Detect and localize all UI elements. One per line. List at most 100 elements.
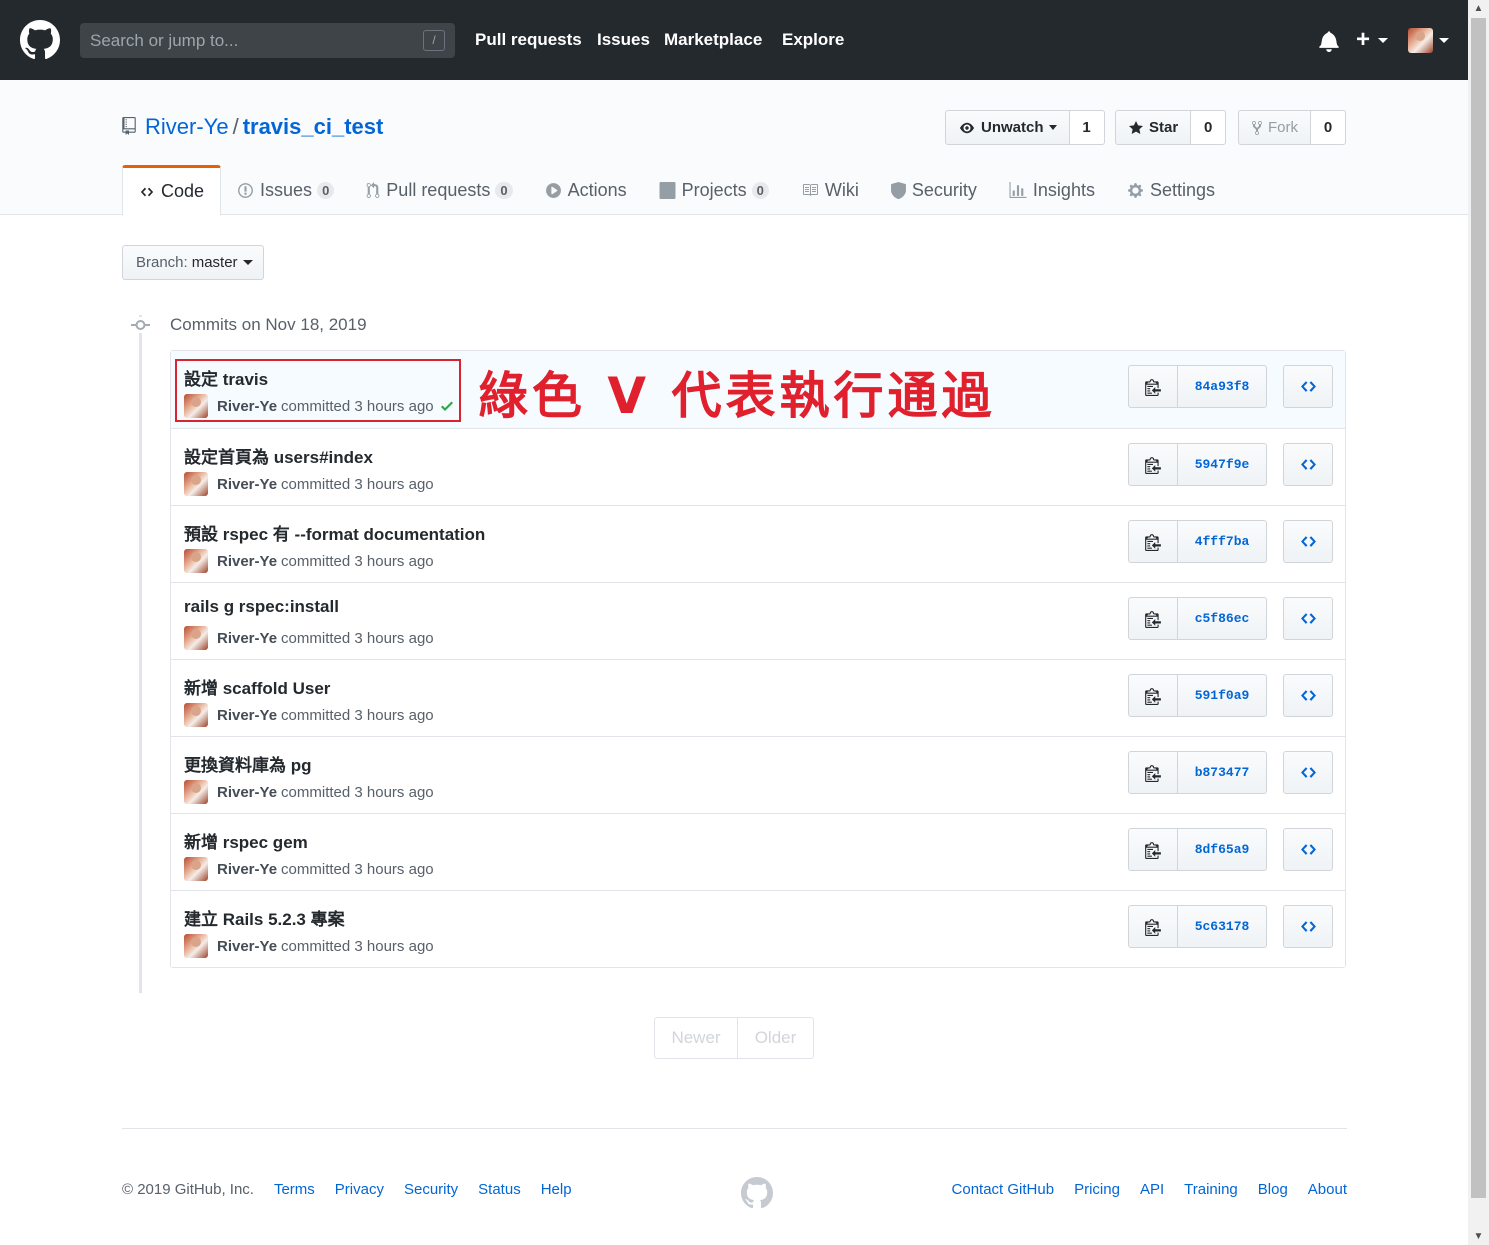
tab-issues[interactable]: Issues 0: [221, 165, 350, 215]
commit-message-link[interactable]: 預設 rspec 有 --format documentation: [184, 520, 485, 545]
browse-repo-code-icon[interactable]: [1283, 751, 1333, 794]
commit-message-link[interactable]: 更換資料庫為 pg: [184, 751, 312, 776]
commit-message-link[interactable]: 建立 Rails 5.2.3 專案: [184, 905, 345, 930]
tab-code[interactable]: Code: [122, 165, 222, 216]
commit-sha-link[interactable]: c5f86ec: [1178, 597, 1267, 640]
copy-sha-clipboard-icon[interactable]: [1128, 905, 1178, 948]
scrollbar-thumb[interactable]: [1471, 18, 1486, 1198]
forks-count[interactable]: 0: [1311, 110, 1346, 145]
github-logo-icon[interactable]: [20, 20, 60, 60]
nav-pull-requests[interactable]: Pull requests: [475, 30, 582, 50]
footer-link-terms[interactable]: Terms: [274, 1181, 315, 1198]
search-input[interactable]: [80, 23, 455, 58]
older-button[interactable]: Older: [738, 1017, 814, 1059]
stargazers-count[interactable]: 0: [1191, 110, 1227, 145]
commit-sha-link[interactable]: 4fff7ba: [1178, 520, 1267, 563]
create-new-plus-icon[interactable]: +: [1356, 28, 1370, 52]
watchers-count[interactable]: 1: [1069, 110, 1105, 145]
scroll-down-arrow-icon[interactable]: ▼: [1468, 1228, 1489, 1245]
github-mark-icon[interactable]: [741, 1177, 773, 1209]
nav-marketplace[interactable]: Marketplace: [664, 30, 762, 50]
browse-repo-code-icon[interactable]: [1283, 674, 1333, 717]
nav-explore[interactable]: Explore: [782, 30, 844, 50]
repo-owner-link[interactable]: River-Ye: [145, 114, 229, 139]
browse-repo-code-icon[interactable]: [1283, 905, 1333, 948]
user-avatar[interactable]: [1408, 28, 1433, 53]
timeline-line: [139, 315, 142, 993]
browse-repo-code-icon[interactable]: [1283, 365, 1333, 408]
commit-author-link[interactable]: River-Ye: [217, 476, 277, 493]
fork-button[interactable]: Fork: [1238, 110, 1311, 145]
star-button[interactable]: Star: [1115, 110, 1192, 145]
copy-sha-clipboard-icon[interactable]: [1128, 674, 1178, 717]
tab-actions[interactable]: Actions: [529, 165, 643, 215]
commit-sha-link[interactable]: 84a93f8: [1178, 365, 1267, 408]
author-avatar[interactable]: [184, 549, 208, 573]
bell-icon[interactable]: [1319, 30, 1339, 52]
tab-counter: 0: [495, 181, 513, 199]
commit-message-link[interactable]: 設定首頁為 users#index: [184, 443, 373, 468]
ci-success-check-icon[interactable]: [439, 398, 455, 414]
tab-projects[interactable]: Projects 0: [643, 165, 785, 215]
unwatch-label: Unwatch: [981, 119, 1044, 136]
branch-select-button[interactable]: Branch: master: [122, 245, 264, 280]
unwatch-button[interactable]: Unwatch: [945, 110, 1070, 145]
footer-link-security[interactable]: Security: [404, 1181, 458, 1198]
browse-repo-code-icon[interactable]: [1283, 443, 1333, 486]
footer-link-contact[interactable]: Contact GitHub: [952, 1181, 1055, 1198]
author-avatar[interactable]: [184, 703, 208, 727]
tab-wiki[interactable]: Wiki: [785, 165, 875, 215]
footer-link-api[interactable]: API: [1140, 1181, 1164, 1198]
tab-security[interactable]: Security: [875, 165, 993, 215]
commit-message-link[interactable]: rails g rspec:install: [184, 597, 339, 617]
search-box[interactable]: /: [80, 23, 455, 58]
commit-sha-group: c5f86ec: [1128, 597, 1267, 640]
browse-repo-code-icon[interactable]: [1283, 520, 1333, 563]
author-avatar[interactable]: [184, 780, 208, 804]
copy-sha-clipboard-icon[interactable]: [1128, 443, 1178, 486]
commit-message-link[interactable]: 新增 scaffold User: [184, 674, 330, 699]
footer-link-about[interactable]: About: [1308, 1181, 1347, 1198]
footer-link-blog[interactable]: Blog: [1258, 1181, 1288, 1198]
browse-repo-code-icon[interactable]: [1283, 828, 1333, 871]
commit-sha-link[interactable]: 8df65a9: [1178, 828, 1267, 871]
commit-message-link[interactable]: 設定 travis: [184, 365, 268, 390]
scroll-up-arrow-icon[interactable]: ▲: [1468, 0, 1489, 17]
copy-sha-clipboard-icon[interactable]: [1128, 520, 1178, 563]
copy-sha-clipboard-icon[interactable]: [1128, 751, 1178, 794]
copy-sha-clipboard-icon[interactable]: [1128, 597, 1178, 640]
browse-repo-code-icon[interactable]: [1283, 597, 1333, 640]
commit-sha-link[interactable]: 5947f9e: [1178, 443, 1267, 486]
tab-pull-requests[interactable]: Pull requests 0: [350, 165, 528, 215]
newer-button[interactable]: Newer: [654, 1017, 738, 1059]
commit-author-link[interactable]: River-Ye: [217, 398, 277, 415]
commit-author-link[interactable]: River-Ye: [217, 630, 277, 647]
commit-message-link[interactable]: 新增 rspec gem: [184, 828, 308, 853]
author-avatar[interactable]: [184, 394, 208, 418]
nav-issues[interactable]: Issues: [597, 30, 650, 50]
repo-name-link[interactable]: travis_ci_test: [243, 114, 384, 139]
author-avatar[interactable]: [184, 472, 208, 496]
footer-link-help[interactable]: Help: [541, 1181, 572, 1198]
commit-sha-link[interactable]: 5c63178: [1178, 905, 1267, 948]
tab-insights[interactable]: Insights: [993, 165, 1111, 215]
footer-link-privacy[interactable]: Privacy: [335, 1181, 384, 1198]
author-avatar[interactable]: [184, 857, 208, 881]
tab-settings[interactable]: Settings: [1111, 165, 1231, 215]
tab-label: Actions: [567, 179, 627, 200]
commit-sha-link[interactable]: b873477: [1178, 751, 1267, 794]
copy-sha-clipboard-icon[interactable]: [1128, 365, 1178, 408]
footer-link-pricing[interactable]: Pricing: [1074, 1181, 1120, 1198]
copy-sha-clipboard-icon[interactable]: [1128, 828, 1178, 871]
author-avatar[interactable]: [184, 934, 208, 958]
vertical-scrollbar[interactable]: ▲ ▼: [1468, 0, 1489, 1245]
commit-author-link[interactable]: River-Ye: [217, 553, 277, 570]
author-avatar[interactable]: [184, 626, 208, 650]
commit-author-link[interactable]: River-Ye: [217, 707, 277, 724]
commit-author-link[interactable]: River-Ye: [217, 938, 277, 955]
commit-sha-link[interactable]: 591f0a9: [1178, 674, 1267, 717]
footer-link-status[interactable]: Status: [478, 1181, 521, 1198]
footer-link-training[interactable]: Training: [1184, 1181, 1238, 1198]
commit-author-link[interactable]: River-Ye: [217, 784, 277, 801]
commit-author-link[interactable]: River-Ye: [217, 861, 277, 878]
